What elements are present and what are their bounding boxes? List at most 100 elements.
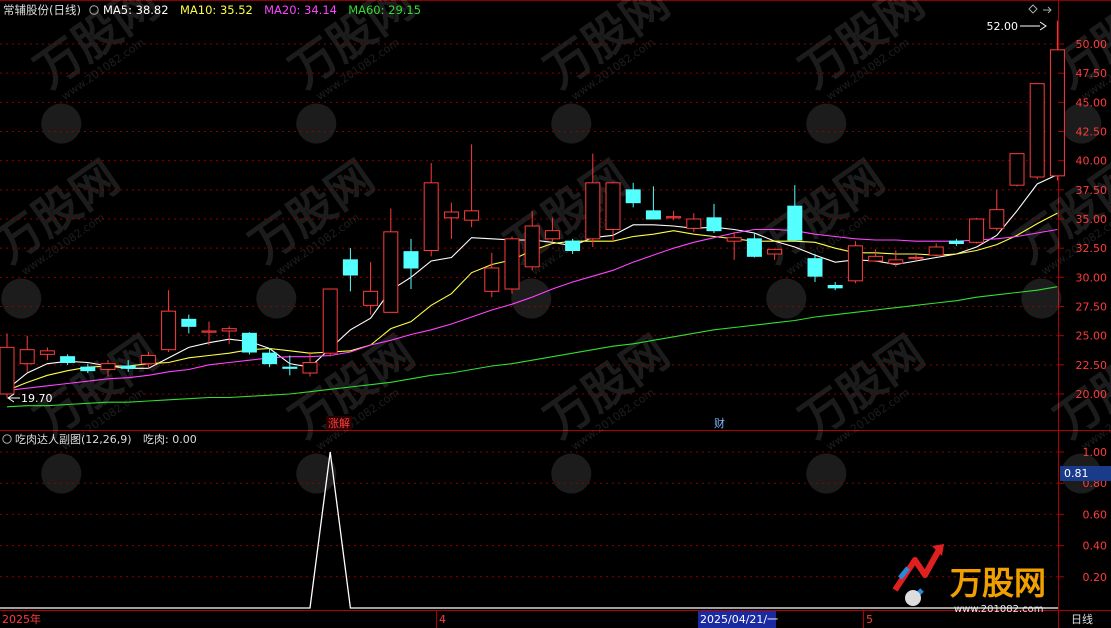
watermark: 万股网www.201082.com 万股网www.201082.com 万股网www… [0, 0, 1111, 494]
indicator-tick-label: 1.00 [1083, 446, 1108, 459]
candle [403, 238, 419, 289]
indicator-value: 吃肉: 0.00 [143, 433, 197, 446]
price-tick-label: 42.50 [1076, 126, 1108, 139]
price-tick-label: 47.50 [1076, 67, 1108, 80]
price-tick-label: 27.50 [1076, 301, 1108, 314]
watermark-brand: 万股网 [790, 0, 934, 98]
brand-url: www.201082.com [954, 604, 1044, 615]
watermark-tile: 万股网www.201082.com [495, 150, 639, 319]
candle [464, 144, 480, 228]
chart-canvas: 万股网www.201082.com 万股网www.201082.com 万股网www… [0, 0, 1111, 628]
price-tick-label: 30.00 [1076, 271, 1108, 284]
candle [383, 208, 399, 313]
candle [282, 355, 298, 376]
date-cursor: 2025/04/21/一 [700, 613, 778, 626]
watermark-emblem [1021, 278, 1062, 319]
indicator-title: 吃肉达人副图(12,26,9) [15, 433, 132, 446]
candle [60, 354, 76, 365]
brand-logo: 万股网 www.201082.com [892, 544, 1046, 615]
period-label[interactable]: 日线 [1071, 612, 1093, 626]
stock-title: 常辅股份(日线) [3, 3, 81, 17]
watermark-emblem [1, 278, 42, 319]
candle [181, 314, 197, 334]
candle [686, 213, 702, 232]
watermark-emblem [806, 453, 847, 494]
price-tick-label: 22.50 [1076, 359, 1108, 372]
candle [888, 250, 904, 267]
watermark-emblem [551, 103, 592, 144]
indicator-tick-label: 0.20 [1083, 571, 1108, 584]
watermark-tile: 万股网www.201082.com [240, 150, 384, 319]
watermark-emblem [41, 453, 82, 494]
ma-legend-item: MA5: 38.82 [103, 3, 169, 17]
candle [504, 236, 520, 294]
candle [948, 238, 964, 246]
watermark-brand: 万股网 [535, 0, 679, 98]
watermark-emblem [296, 103, 337, 144]
ma-legend-item: MA10: 35.52 [180, 3, 253, 17]
diamond-icon[interactable] [1028, 4, 1038, 14]
watermark-tile: 万股网www.201082.com [0, 150, 129, 319]
candle [302, 352, 318, 377]
low-price-label: 19.70 [21, 392, 53, 405]
candle [161, 290, 177, 352]
indicator-tick-label: 0.40 [1083, 540, 1108, 553]
price-tick-label: 35.00 [1076, 213, 1108, 226]
indicator-tick-label: 0.60 [1083, 508, 1108, 521]
event-tag-2[interactable]: 财 [714, 416, 725, 430]
watermark-tile: 万股网www.201082.com [535, 325, 679, 494]
watermark-tile: 万股网www.201082.com [790, 0, 934, 144]
ma-legend: MA5: 38.82 MA10: 35.52 MA20: 34.14 MA60: 29… [103, 3, 421, 17]
price-tick-label: 25.00 [1076, 330, 1108, 343]
candle [322, 288, 338, 357]
brand-name: 万股网 [950, 564, 1046, 602]
ma-legend-item: MA20: 34.14 [264, 3, 337, 17]
candle [868, 249, 884, 263]
candle [484, 252, 500, 298]
price-tick-label: 45.00 [1076, 96, 1108, 109]
expand-arrow-icon[interactable] [1043, 6, 1052, 14]
candle [827, 282, 843, 291]
watermark-tile: 万股网www.201082.com [790, 325, 934, 494]
arrow-right-icon [1039, 21, 1047, 31]
high-price-label: 52.00 [987, 20, 1019, 33]
year-label: 2025年 [2, 612, 41, 626]
candle [0, 333, 15, 398]
watermark-tile: 万股网www.201082.com [280, 0, 424, 144]
month-label-2: 5 [866, 613, 873, 626]
month-label-1: 4 [439, 613, 446, 626]
watermark-emblem [256, 278, 297, 319]
candle [726, 231, 742, 260]
price-tick-label: 40.00 [1076, 155, 1108, 168]
candle [989, 189, 1005, 231]
watermark-emblem [41, 103, 82, 144]
candle [241, 332, 257, 355]
watermark-emblem [551, 453, 592, 494]
candle [928, 243, 944, 257]
watermark-brand: 万股网 [0, 150, 129, 273]
cursor-value: 0.81 [1064, 467, 1089, 480]
price-tick-label: 50.00 [1076, 38, 1108, 51]
candle [969, 217, 985, 244]
candle [363, 262, 379, 315]
candle [847, 241, 863, 284]
watermark-tile: 万股网www.201082.com [25, 0, 169, 144]
watermark-emblem [806, 103, 847, 144]
settings-dot-icon[interactable] [2, 434, 12, 444]
candle [39, 347, 55, 361]
price-tick-label: 20.00 [1076, 388, 1108, 401]
candle [443, 202, 459, 239]
low-pointer-icon [7, 393, 20, 403]
candle [342, 248, 358, 292]
candle [423, 163, 439, 257]
price-tick-label: 37.50 [1076, 184, 1108, 197]
candle [1009, 153, 1025, 187]
ma-legend-item: MA60: 29.15 [348, 3, 421, 17]
watermark-tile: 万股网www.201082.com [535, 0, 679, 144]
candle [706, 203, 722, 233]
candle [19, 335, 35, 372]
event-tag-1[interactable]: 涨解 [328, 416, 350, 430]
candle [1029, 83, 1045, 180]
indicator-grid [0, 451, 1058, 578]
candle [221, 326, 237, 344]
